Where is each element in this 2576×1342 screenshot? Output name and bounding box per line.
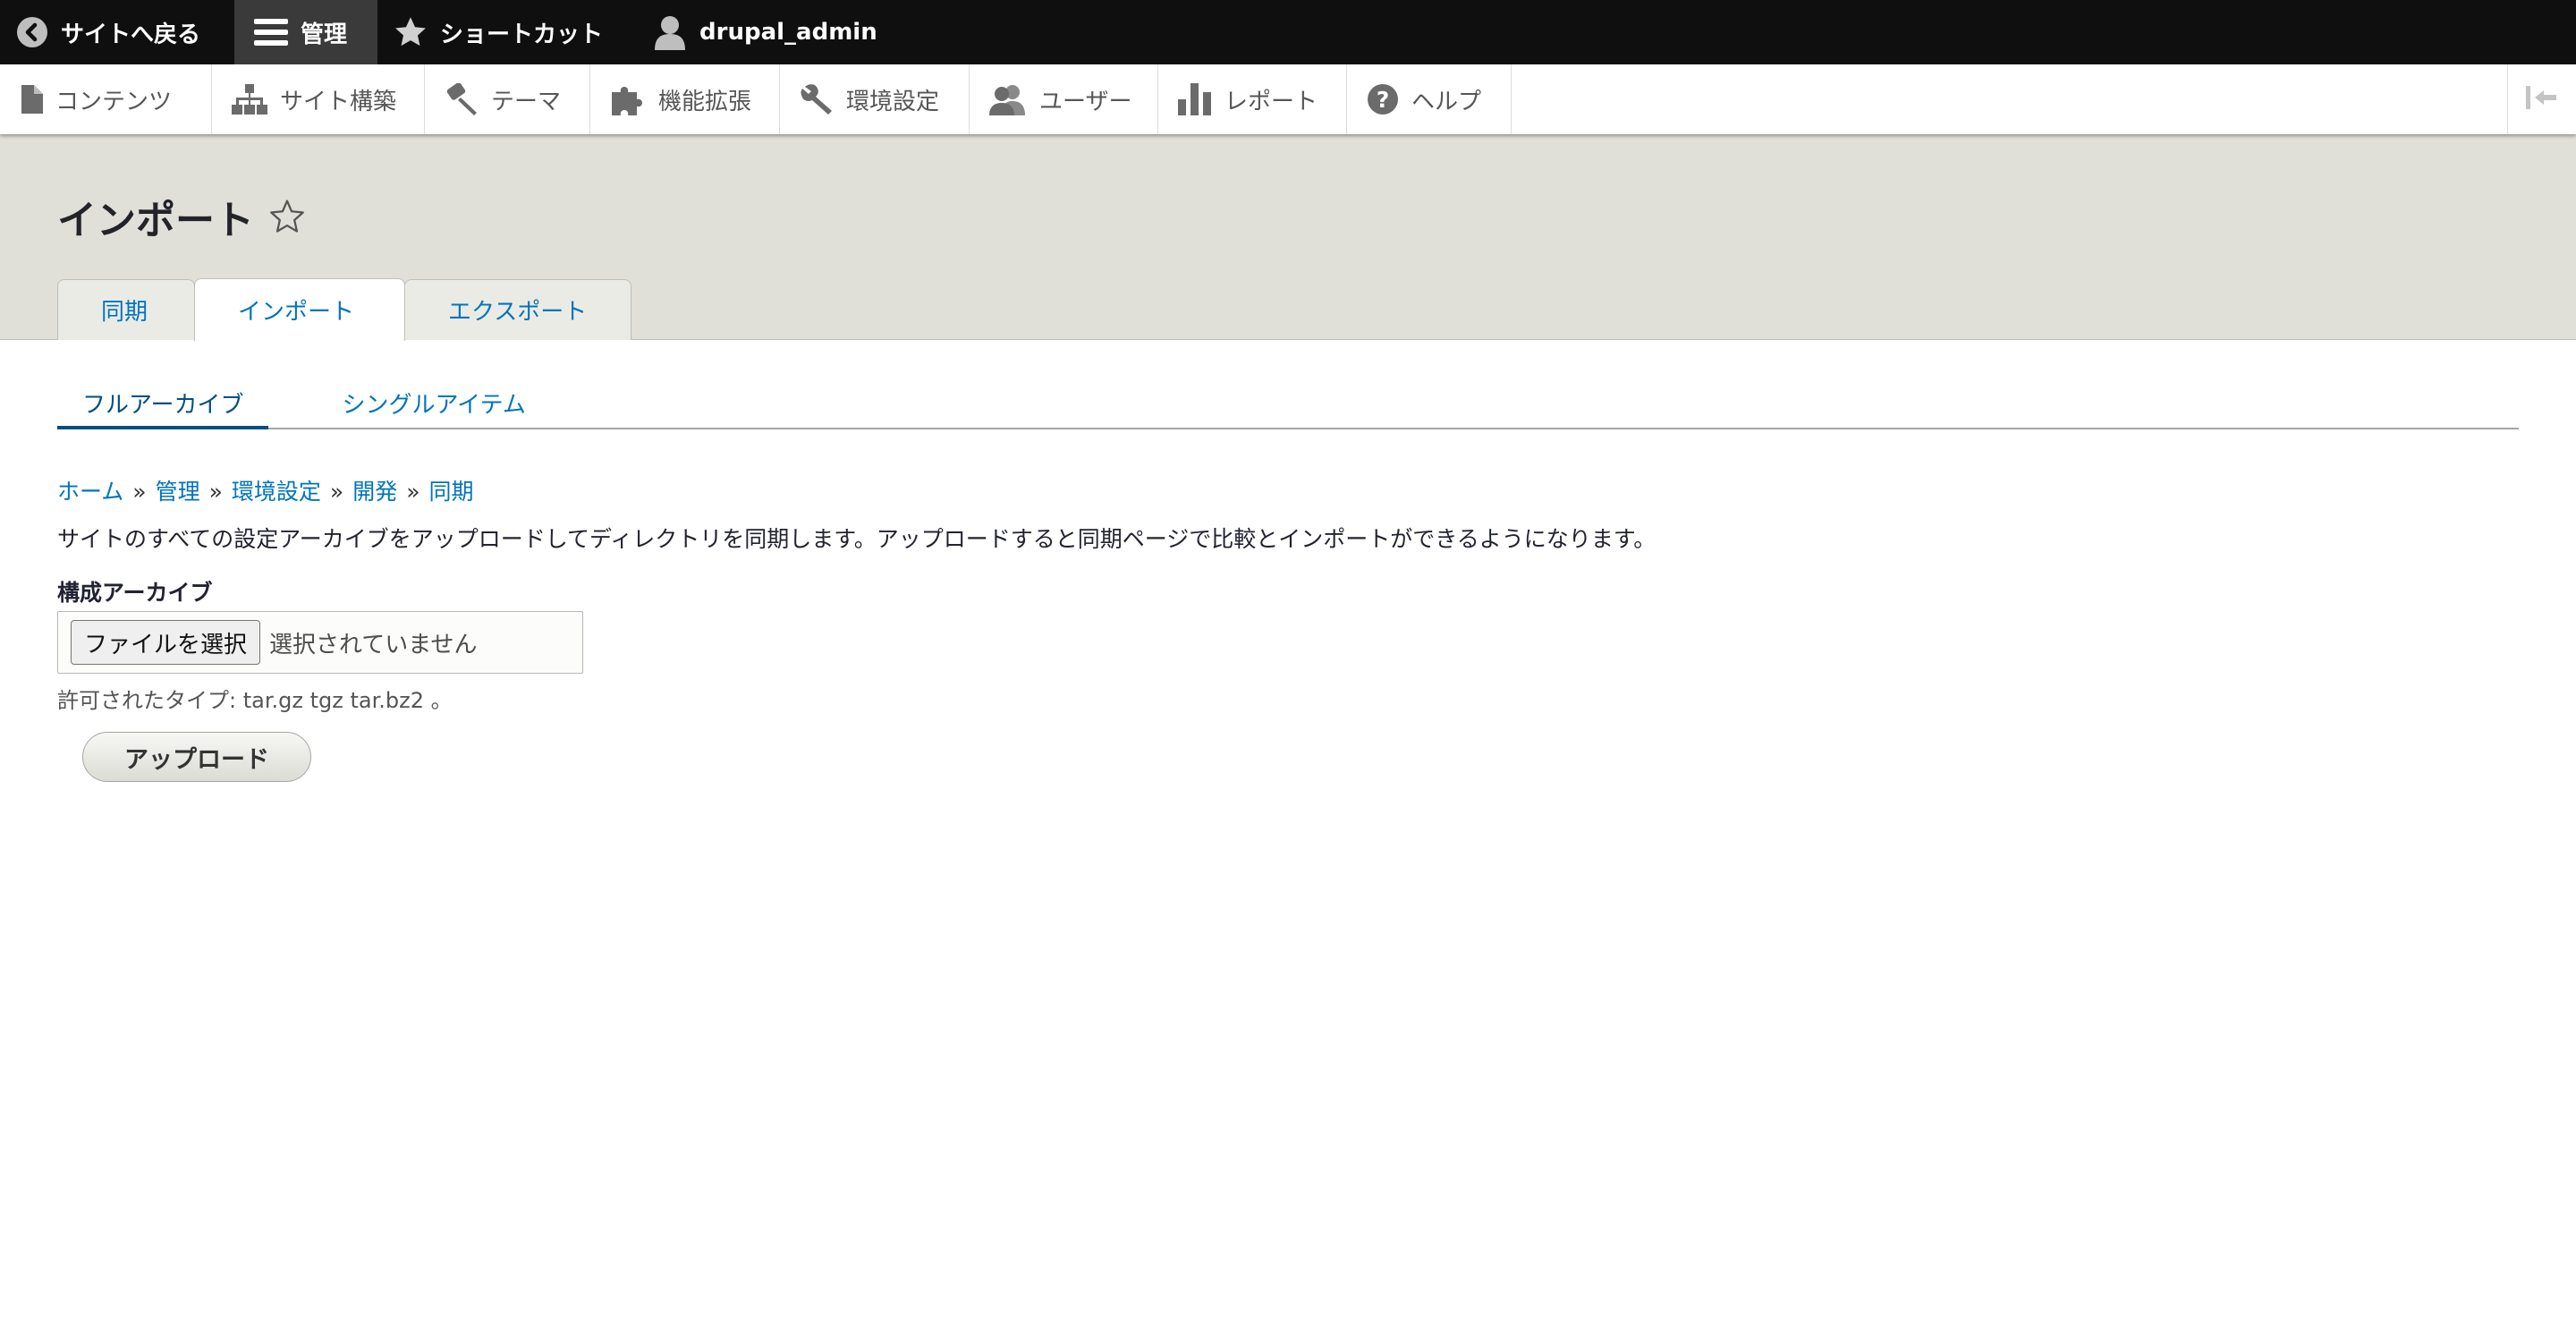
paintbrush-icon (445, 83, 479, 115)
secondary-tabs: フルアーカイブ シングルアイテム (57, 376, 2519, 429)
breadcrumb-separator: » (329, 479, 344, 505)
sitemap-icon (232, 84, 267, 115)
menu-item-content[interactable]: コンテンツ (0, 64, 212, 134)
page-title: インポート (57, 188, 306, 245)
breadcrumb-separator: » (406, 479, 420, 505)
menu-item-label: 機能拡張 (658, 88, 752, 115)
menu-item-appearance[interactable]: テーマ (425, 64, 590, 134)
bar-chart-icon (1178, 83, 1212, 115)
menu-item-label: ヘルプ (1411, 88, 1482, 115)
menu-item-label: 環境設定 (846, 88, 940, 115)
breadcrumb: ホーム » 管理 » 環境設定 » 開発 » 同期 (57, 474, 474, 506)
menu-item-label: コンテンツ (55, 88, 173, 115)
subtab-single-item[interactable]: シングルアイテム (317, 376, 550, 429)
menu-item-label: サイト構築 (280, 88, 397, 115)
tab-import[interactable]: インポート (194, 278, 405, 341)
help-icon: ? (1367, 83, 1399, 115)
menu-item-help[interactable]: ? ヘルプ (1347, 64, 1512, 134)
choose-file-button[interactable]: ファイルを選択 (71, 620, 261, 665)
shortcuts-tab[interactable]: ショートカット (377, 0, 648, 64)
menu-item-configuration[interactable]: 環境設定 (780, 64, 970, 134)
page-description: サイトのすべての設定アーカイブをアップロードしてディレクトリを同期します。アップ… (57, 526, 1657, 552)
puzzle-icon (610, 83, 646, 115)
back-to-site-link[interactable]: サイトへ戻る (0, 0, 234, 64)
subtab-full-archive[interactable]: フルアーカイブ (57, 376, 269, 429)
admin-menu-tray: コンテンツ サイト構築 テーマ 機能拡張 環境設定 ユーザー レポート ? ヘル… (0, 64, 2576, 134)
breadcrumb-home-link[interactable]: ホーム (57, 479, 123, 505)
config-archive-file-input[interactable]: ファイルを選択 選択されていません (57, 611, 583, 674)
wrench-icon (800, 83, 834, 115)
collapse-arrow-icon (2524, 84, 2560, 115)
breadcrumb-configuration-link[interactable]: 環境設定 (232, 479, 321, 505)
chevron-left-circle-icon (16, 16, 48, 48)
config-archive-label: 構成アーカイブ (57, 580, 213, 606)
star-icon (394, 16, 428, 48)
tab-synchronize[interactable]: 同期 (57, 279, 195, 340)
svg-text:?: ? (1377, 87, 1390, 113)
back-to-site-label: サイトへ戻る (61, 21, 201, 48)
tab-export[interactable]: エクスポート (404, 279, 631, 340)
user-tab[interactable]: drupal_admin (648, 0, 895, 64)
menu-item-people[interactable]: ユーザー (970, 64, 1158, 134)
page-header: インポート 同期 インポート エクスポート (0, 134, 2576, 341)
tray-orientation-toggle[interactable] (2507, 64, 2576, 134)
menu-item-extend[interactable]: 機能拡張 (590, 64, 780, 134)
file-status-text: 選択されていません (269, 631, 478, 658)
menu-item-label: レポート (1224, 88, 1318, 115)
admin-toolbar: サイトへ戻る 管理 ショートカット drupal_admin (0, 0, 2576, 64)
breadcrumb-development-link[interactable]: 開発 (352, 479, 397, 505)
hamburger-icon (254, 17, 289, 47)
upload-button[interactable]: アップロード (82, 732, 311, 782)
shortcuts-label: ショートカット (440, 21, 604, 48)
manage-label: 管理 (301, 21, 348, 48)
menu-item-structure[interactable]: サイト構築 (212, 64, 425, 134)
breadcrumb-synchronize-link[interactable]: 同期 (429, 479, 474, 505)
breadcrumb-separator: » (132, 479, 147, 505)
breadcrumb-admin-link[interactable]: 管理 (156, 479, 200, 505)
add-shortcut-star-icon[interactable] (268, 199, 306, 234)
menu-item-label: テーマ (491, 88, 562, 115)
menu-item-reports[interactable]: レポート (1158, 64, 1347, 134)
menu-item-label: ユーザー (1039, 88, 1132, 115)
allowed-types-help: 許可されたタイプ: tar.gz tgz tar.bz2 。 (57, 688, 453, 713)
user-label: drupal_admin (699, 19, 877, 46)
manage-tab[interactable]: 管理 (234, 0, 378, 64)
user-icon (653, 14, 687, 50)
file-icon (20, 85, 43, 114)
breadcrumb-separator: » (208, 479, 223, 505)
users-icon (989, 83, 1027, 115)
page-title-text: インポート (57, 198, 254, 243)
primary-tabs: 同期 インポート エクスポート (57, 278, 631, 341)
